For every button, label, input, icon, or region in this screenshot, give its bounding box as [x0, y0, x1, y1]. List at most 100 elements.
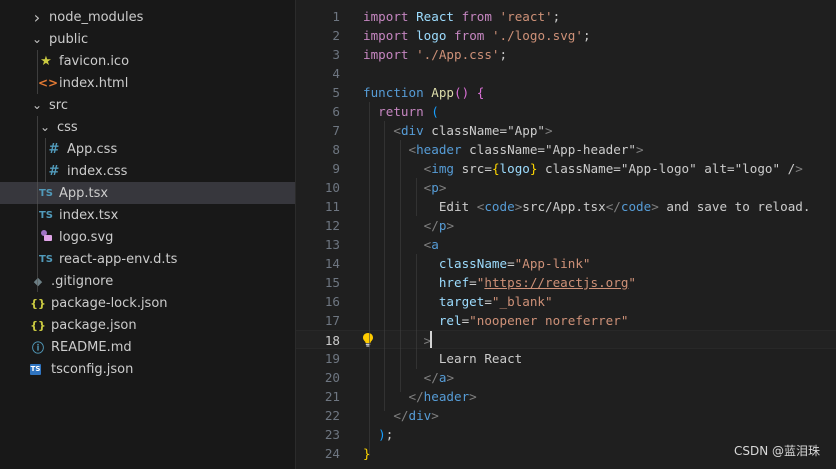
line-number: 19	[324, 351, 340, 366]
tree-item-label: .gitignore	[51, 273, 114, 289]
git-icon: ◆	[33, 274, 43, 288]
code-indent-guide	[416, 254, 417, 369]
tree-indent-guide	[37, 116, 38, 292]
tree-indent-guide	[45, 138, 46, 182]
code-line[interactable]: 18 >	[296, 330, 836, 349]
tree-item-label: logo.svg	[59, 229, 114, 245]
file-index-tsx[interactable]: TS index.tsx	[0, 204, 295, 226]
code-line[interactable]: 7 <div className="App">	[296, 121, 836, 140]
tree-item-label: node_modules	[49, 9, 144, 25]
code-line[interactable]: 17 rel="noopener noreferrer"	[296, 311, 836, 330]
file-tsconfig-json[interactable]: TS tsconfig.json	[0, 358, 295, 380]
tree-item-label: react-app-env.d.ts	[59, 251, 178, 267]
line-number: 13	[324, 237, 340, 252]
text-cursor	[430, 331, 432, 348]
svg-icon	[38, 229, 54, 246]
code-line[interactable]: 9 <img src={logo} className="App-logo" a…	[296, 159, 836, 178]
file-package-json[interactable]: {} package.json	[0, 314, 295, 336]
code-text: href="https://reactjs.org"	[438, 275, 637, 290]
code-text: import './App.css';	[363, 47, 508, 62]
file-react-app-env-d-ts[interactable]: TS react-app-env.d.ts	[0, 248, 295, 270]
code-line[interactable]: 21 </header>	[296, 387, 836, 406]
file-favicon-ico[interactable]: ★ favicon.ico	[0, 50, 295, 72]
chevron-down-icon: ⌄	[31, 32, 43, 46]
code-line[interactable]: 2 import logo from './logo.svg';	[296, 26, 836, 45]
file-package-lock-json[interactable]: {} package-lock.json	[0, 292, 295, 314]
file-explorer: › node_modules ⌄ public ★ favicon.ico <> index.…	[0, 0, 296, 469]
code-line[interactable]: 4	[296, 64, 836, 83]
tree-item-label: src	[49, 97, 68, 113]
code-line[interactable]: 13 <a	[296, 235, 836, 254]
folder-css[interactable]: ⌄ css	[0, 116, 295, 138]
file-readme-md[interactable]: ⓘ README.md	[0, 336, 295, 358]
code-text: </div>	[393, 408, 439, 423]
line-number: 3	[332, 47, 340, 62]
line-number: 16	[324, 294, 340, 309]
code-text: import logo from './logo.svg';	[363, 28, 591, 43]
code-line[interactable]: 1 import React from 'react';	[296, 7, 836, 26]
line-number: 2	[332, 28, 340, 43]
code-line[interactable]: 15 href="https://reactjs.org"	[296, 273, 836, 292]
tree-item-label: README.md	[51, 339, 132, 355]
tree-item-label: App.css	[67, 141, 118, 157]
tree-item-label: tsconfig.json	[51, 361, 134, 377]
file-logo-svg[interactable]: logo.svg	[0, 226, 295, 248]
watermark: CSDN @蓝泪珠	[733, 444, 820, 458]
code-line[interactable]: 8 <header className="App-header">	[296, 140, 836, 159]
code-line[interactable]: 6 return (	[296, 102, 836, 121]
file-gitignore[interactable]: ◆ .gitignore	[0, 270, 295, 292]
favicon-icon: ★	[40, 53, 52, 69]
code-indent-guide	[416, 178, 417, 216]
line-number: 7	[332, 123, 340, 138]
typescript-icon: TS	[38, 209, 54, 221]
code-line[interactable]: 19 Learn React	[296, 349, 836, 368]
line-number: 15	[324, 275, 340, 290]
line-number: 22	[324, 408, 340, 423]
tree-item-label: favicon.ico	[59, 53, 130, 69]
code-line[interactable]: 16 target="_blank"	[296, 292, 836, 311]
code-text: className="App-link"	[438, 256, 591, 271]
code-text: target="_blank"	[438, 294, 553, 309]
html-icon: <>	[38, 76, 59, 90]
tree-item-label: css	[57, 119, 78, 135]
line-number: 6	[332, 104, 340, 119]
code-line[interactable]: 14 className="App-link"	[296, 254, 836, 273]
lightbulb-icon[interactable]	[362, 332, 374, 348]
line-number: 5	[332, 85, 340, 100]
file-app-tsx[interactable]: TS App.tsx	[0, 182, 295, 204]
folder-node-modules[interactable]: › node_modules	[0, 6, 295, 28]
code-indent-guide	[384, 121, 385, 411]
code-line[interactable]: 12 </p>	[296, 216, 836, 235]
code-text: Edit <code>src/App.tsx</code> and save t…	[438, 199, 811, 214]
file-index-html[interactable]: <> index.html	[0, 72, 295, 94]
folder-public[interactable]: ⌄ public	[0, 28, 295, 50]
chevron-down-icon: ⌄	[31, 98, 43, 112]
code-line[interactable]: 5 function App() {	[296, 83, 836, 102]
line-number: 10	[324, 180, 340, 195]
typescript-icon: TS	[38, 187, 54, 199]
line-number: 14	[324, 256, 340, 271]
code-text: function App() {	[363, 85, 485, 100]
line-number: 4	[332, 66, 340, 81]
line-number: 17	[324, 313, 340, 328]
line-number: 20	[324, 370, 340, 385]
tsconfig-icon: TS	[30, 363, 41, 375]
code-text: </p>	[423, 218, 455, 233]
line-number: 21	[324, 389, 340, 404]
line-number: 11	[324, 199, 340, 214]
typescript-icon: TS	[38, 253, 54, 265]
code-editor[interactable]: 1 import React from 'react'; 2 import logo …	[296, 0, 836, 469]
tree-item-label: index.tsx	[59, 207, 119, 223]
code-line[interactable]: 22 </div>	[296, 406, 836, 425]
line-number: 8	[332, 142, 340, 157]
code-line[interactable]: 20 </a>	[296, 368, 836, 387]
folder-src[interactable]: ⌄ src	[0, 94, 295, 116]
code-line[interactable]: 10 <p>	[296, 178, 836, 197]
code-line[interactable]: 3 import './App.css';	[296, 45, 836, 64]
code-text: import React from 'react';	[363, 9, 561, 24]
code-indent-guide	[400, 140, 401, 392]
tree-item-label: package.json	[51, 317, 137, 333]
code-line[interactable]: 11 Edit <code>src/App.tsx</code> and sav…	[296, 197, 836, 216]
code-text: rel="noopener noreferrer"	[438, 313, 629, 328]
code-text: </header>	[408, 389, 477, 404]
